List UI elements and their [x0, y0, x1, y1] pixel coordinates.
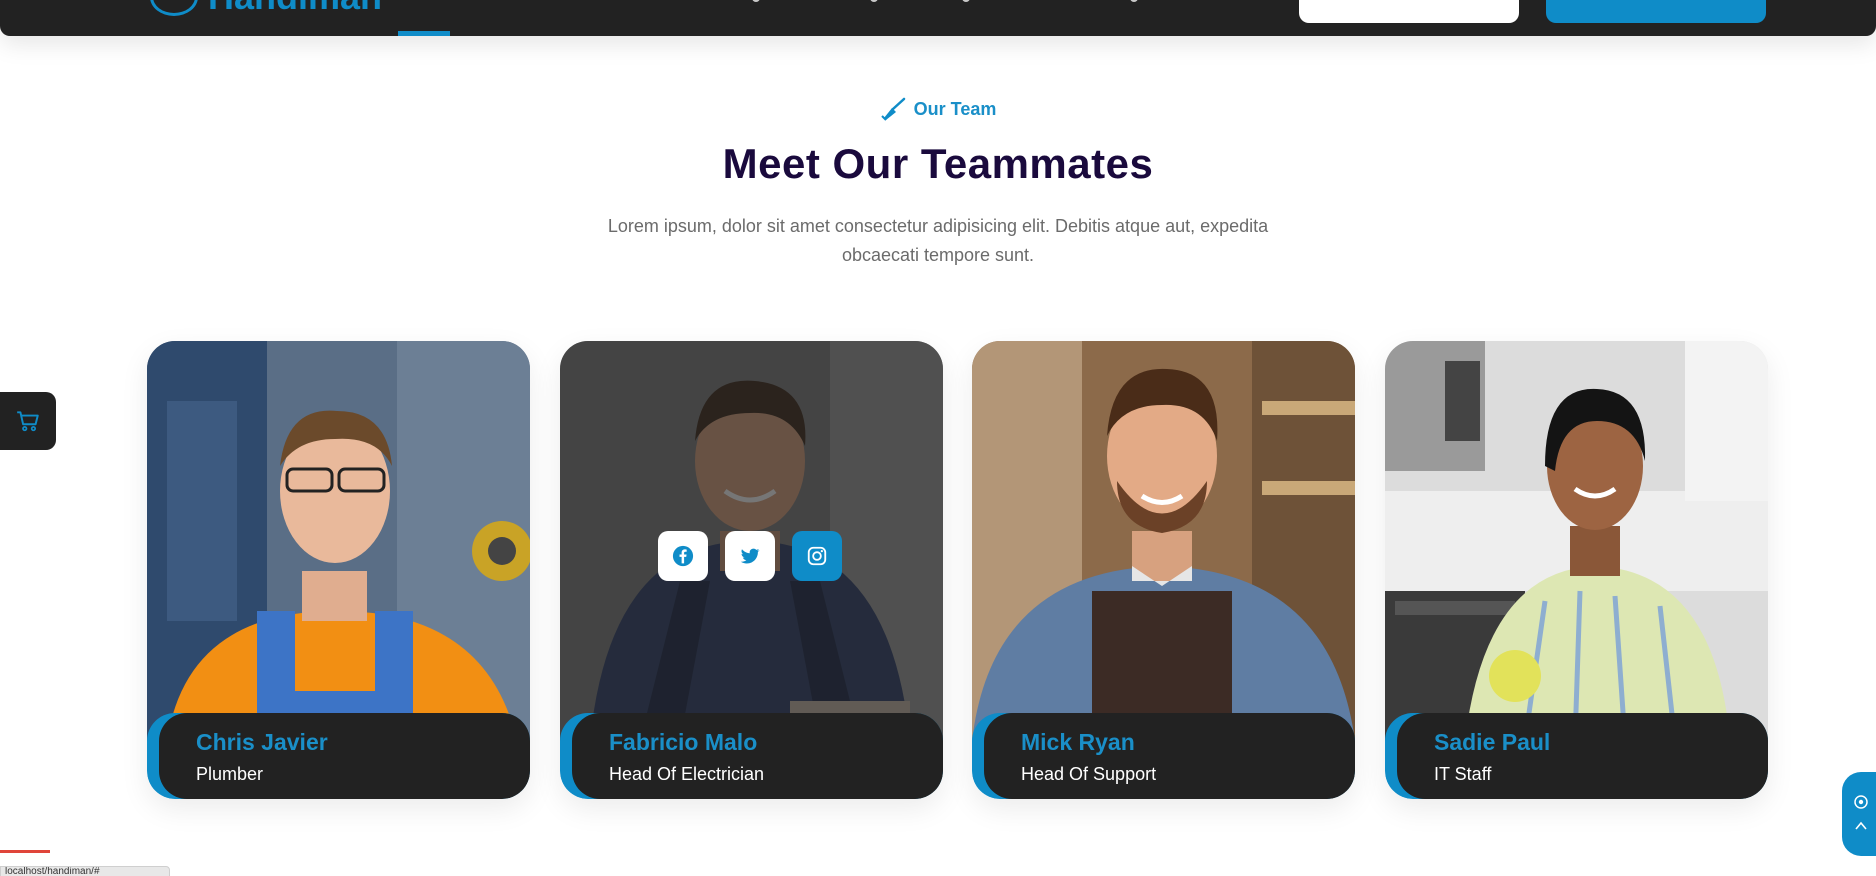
team-member-name[interactable]: Fabricio Malo	[609, 727, 943, 757]
target-icon	[1854, 795, 1868, 809]
top-header: Handiman	[0, 0, 1876, 36]
team-card[interactable]: Sadie Paul IT Staff	[1385, 341, 1768, 799]
instagram-button[interactable]	[792, 531, 842, 581]
instagram-icon	[807, 546, 827, 566]
team-member-name[interactable]: Chris Javier	[196, 727, 530, 757]
team-member-photo	[1385, 341, 1768, 741]
cart-icon	[17, 411, 39, 432]
logo[interactable]: Handiman	[150, 0, 382, 16]
team-info-bar: Sadie Paul IT Staff	[1385, 713, 1768, 799]
scroll-to-top-button[interactable]	[1842, 772, 1876, 856]
facebook-icon	[672, 545, 694, 567]
team-member-role: Head Of Support	[1021, 764, 1157, 784]
team-member-name[interactable]: Mick Ryan	[1021, 727, 1355, 757]
team-info-bar: Mick Ryan Head Of Support	[972, 713, 1355, 799]
team-member-photo	[972, 341, 1355, 741]
team-card[interactable]: Fabricio Malo Head Of Electrician	[560, 341, 943, 799]
team-card[interactable]: Chris Javier Plumber	[147, 341, 530, 799]
team-member-name[interactable]: Sadie Paul	[1434, 727, 1768, 757]
chevron-up-icon	[1855, 821, 1867, 830]
twitter-button[interactable]	[725, 531, 775, 581]
section-eyebrow-label: Our Team	[913, 98, 997, 119]
section-description: Lorem ipsum, dolor sit amet consectetur …	[607, 216, 1269, 265]
header-secondary-button[interactable]	[1299, 0, 1519, 23]
nav-item[interactable]	[870, 0, 878, 2]
team-card[interactable]: Mick Ryan Head Of Support	[972, 341, 1355, 799]
team-info-bar: Chris Javier Plumber	[147, 713, 530, 799]
team-member-role: Plumber	[196, 764, 264, 784]
facebook-button[interactable]	[658, 531, 708, 581]
status-bar-url: localhost/handiman/#	[0, 866, 170, 876]
nav-item[interactable]	[1130, 0, 1138, 2]
header-primary-button[interactable]	[1546, 0, 1766, 23]
divider	[0, 850, 50, 853]
section-eyebrow: Our Team	[0, 96, 1876, 122]
broom-icon	[880, 97, 905, 121]
nav-active-indicator	[398, 31, 450, 36]
team-member-role: IT Staff	[1434, 764, 1492, 784]
twitter-icon	[740, 548, 760, 564]
logo-text: Handiman	[208, 0, 382, 15]
team-member-role: Head Of Electrician	[609, 764, 765, 784]
section-title: Meet Our Teammates	[722, 140, 1154, 187]
team-member-photo	[147, 341, 530, 741]
nav-item[interactable]	[962, 0, 970, 2]
logo-icon	[150, 0, 198, 16]
nav-item[interactable]	[752, 0, 760, 2]
social-links	[658, 531, 842, 581]
team-info-bar: Fabricio Malo Head Of Electrician	[560, 713, 943, 799]
cart-button[interactable]	[0, 392, 56, 450]
